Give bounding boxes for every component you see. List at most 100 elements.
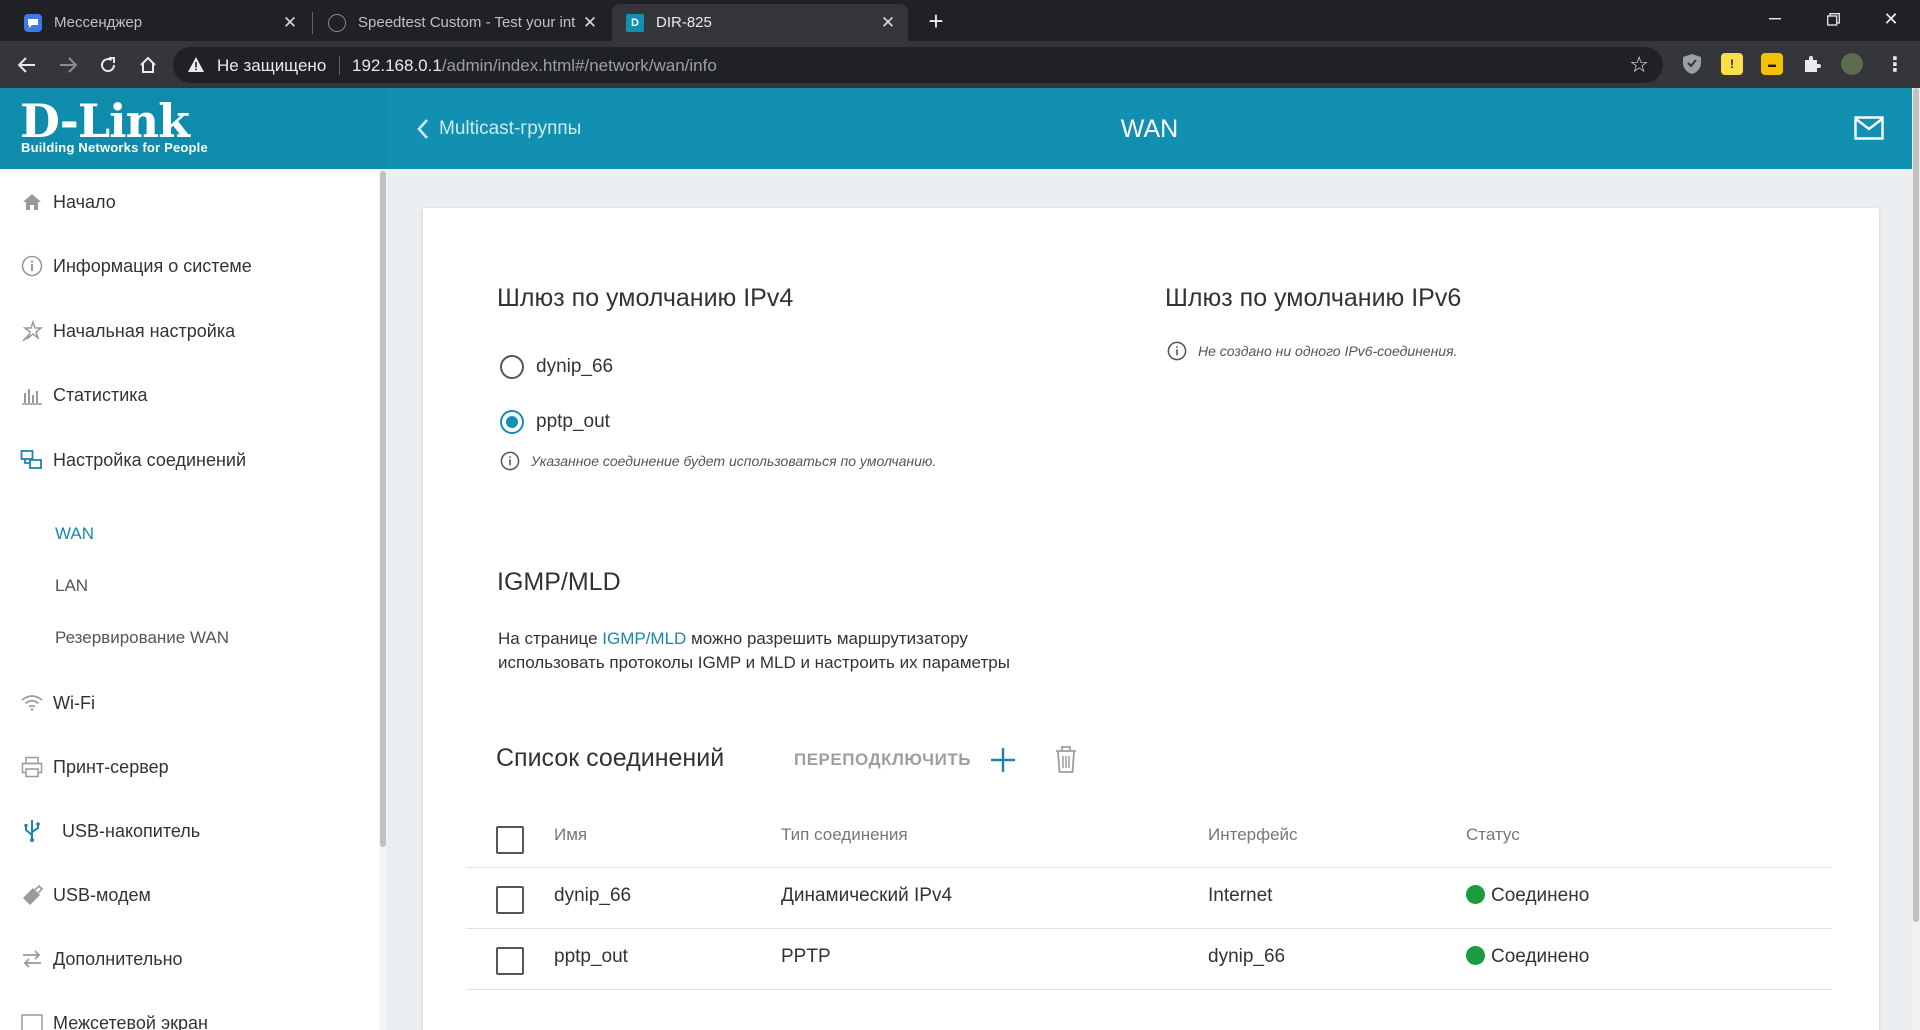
table-cell-status: Соединено [1466,946,1589,968]
trash-icon[interactable] [1054,744,1078,774]
ipv6-gateway-title: Шлюз по умолчанию IPv6 [1165,284,1462,312]
speedtest-favicon-icon [328,13,346,32]
mail-icon[interactable] [1854,116,1884,140]
column-header-status[interactable]: Статус [1466,825,1520,845]
wifi-icon [18,689,46,717]
sidebar-item-wifi[interactable]: Wi-Fi [0,683,370,723]
profile-avatar[interactable] [1841,53,1863,75]
row-checkbox[interactable] [496,947,524,975]
reconnect-button[interactable]: ПЕРЕПОДКЛЮЧИТЬ [794,750,971,770]
bookmark-star-icon[interactable]: ☆ [1629,52,1649,78]
sidebar-item-initial-setup[interactable]: Начальная настройка [0,311,370,351]
notes-extension-icon[interactable]: ! [1721,53,1743,75]
radio-button[interactable] [500,355,524,379]
sidebar-item-home[interactable]: Начало [0,182,370,222]
usb-icon [18,817,46,845]
tab-title: Мессенджер [54,14,143,31]
url-path: /admin/index.html#/network/wan/info [441,56,717,75]
table-cell-type: Динамический IPv4 [781,885,953,906]
sidebar-item-advanced[interactable]: Дополнительно [0,939,370,979]
sidebar-subitem-wan-backup[interactable]: Резервирование WAN [55,628,229,648]
browser-tab-speedtest[interactable]: Speedtest Custom - Test your int ✕ [314,4,610,41]
sidebar-item-label: USB-накопитель [62,820,201,841]
sidebar-item-firewall[interactable]: Межсетевой экран [0,1003,370,1030]
tab-title: DIR-825 [656,14,712,31]
browser-tab-messenger[interactable]: Мессенджер ✕ [10,4,310,41]
address-bar[interactable]: Не защищено 192.168.0.1/admin/index.html… [173,47,1663,83]
minimize-window-icon[interactable] [1746,0,1804,38]
browser-toolbar: Не защищено 192.168.0.1/admin/index.html… [0,41,1920,88]
sidebar-item-system-info[interactable]: Информация о системе [0,246,370,286]
page-scrollbar-thumb[interactable] [1913,88,1919,922]
printer-icon [18,753,46,781]
info-icon [500,451,520,471]
sidebar-subitem-lan[interactable]: LAN [55,576,88,596]
radio-button-checked[interactable] [500,410,524,434]
igmp-text-line2: использовать протоколы IGMP и MLD и наст… [498,653,1010,672]
advanced-icon [18,945,46,973]
stats-icon [18,381,46,409]
shield-extension-icon[interactable] [1681,53,1703,75]
url-host: 192.168.0.1 [352,56,442,75]
select-all-checkbox[interactable] [496,826,524,854]
close-tab-icon[interactable]: ✕ [878,13,898,33]
sidebar-item-label: Настройка соединений [53,449,246,470]
status-text: Соединено [1491,946,1590,967]
sidebar-item-statistics[interactable]: Статистика [0,375,370,415]
wan-card [423,208,1879,1030]
firewall-icon [18,1009,46,1030]
add-connection-icon[interactable] [988,745,1018,775]
home-icon [18,188,46,216]
table-divider [466,989,1832,990]
table-cell-type: PPTP [781,946,831,967]
sidebar-item-usb-modem[interactable]: USB-модем [0,875,370,915]
table-cell-name[interactable]: dynip_66 [554,885,631,907]
url-text[interactable]: 192.168.0.1/admin/index.html#/network/wa… [352,56,717,76]
gateway-option-pptp-out[interactable]: pptp_out [500,407,610,437]
column-header-name[interactable]: Имя [554,825,587,845]
browser-menu-icon[interactable]: ⋮ [1884,53,1906,76]
security-label[interactable]: Не защищено [217,56,326,76]
address-divider [339,56,340,75]
sidebar-item-connection-settings[interactable]: Настройка соединений [0,440,370,480]
back-icon[interactable] [12,50,42,80]
sidebar-scrollbar-thumb[interactable] [380,171,386,847]
gateway-option-dynip66[interactable]: dynip_66 [500,352,613,382]
sidebar-item-print-server[interactable]: Принт-сервер [0,747,370,787]
sidebar-item-usb-storage[interactable]: USB-накопитель [0,811,370,851]
igmp-link[interactable]: IGMP/MLD [602,629,686,648]
sidebar-scrollbar[interactable] [379,169,387,1030]
close-tab-icon[interactable]: ✕ [280,13,300,33]
sidebar-item-label: USB-модем [53,884,151,905]
page-scrollbar[interactable] [1912,88,1920,1030]
new-tab-button[interactable]: + [922,8,950,36]
dlink-logo[interactable]: D-Link Building Networks for People [0,88,387,169]
extensions-puzzle-icon[interactable] [1801,53,1823,75]
gateway-option-label: dynip_66 [536,356,614,377]
restore-window-icon[interactable] [1804,0,1862,38]
row-checkbox[interactable] [496,886,524,914]
translate-extension-icon[interactable]: ▬ [1761,53,1783,75]
home-browser-icon[interactable] [133,50,163,80]
igmp-title: IGMP/MLD [497,568,621,596]
sidebar-item-label: Принт-сервер [53,756,169,777]
sidebar-item-label: Начальная настройка [53,320,236,341]
igmp-text-before: На странице [498,629,603,648]
table-cell-name[interactable]: pptp_out [554,946,628,968]
sidebar: Начало Информация о системе Начальная на… [0,169,387,1030]
sidebar-item-label: Информация о системе [53,255,252,276]
forward-icon[interactable] [53,50,83,80]
close-tab-icon[interactable]: ✕ [580,13,600,33]
close-window-icon[interactable]: ✕ [1862,0,1920,38]
column-header-type[interactable]: Тип соединения [781,825,908,845]
sidebar-item-label: Начало [53,191,116,212]
hint-text: Не создано ни одного IPv6-соединения. [1198,343,1458,359]
browser-tab-dir825[interactable]: D DIR-825 ✕ [612,4,908,41]
sidebar-item-label: Статистика [53,384,148,405]
column-header-interface[interactable]: Интерфейс [1208,825,1298,845]
page-title: WAN [1120,115,1179,143]
warning-icon [188,57,204,72]
modem-icon [18,881,46,909]
reload-icon[interactable] [93,50,123,80]
sidebar-subitem-wan[interactable]: WAN [55,524,94,544]
